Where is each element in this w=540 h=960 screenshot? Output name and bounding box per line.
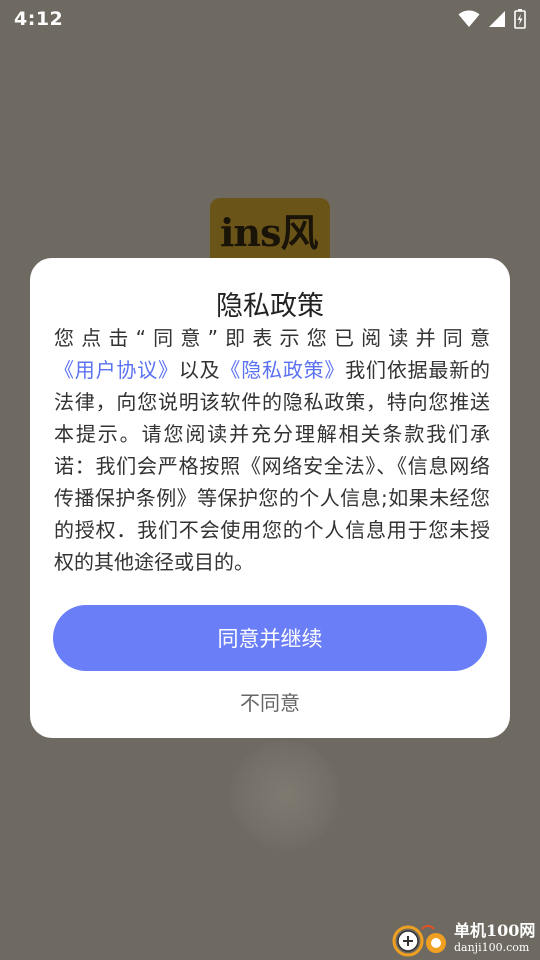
watermark-name: 单机100网 — [454, 921, 536, 940]
dialog-title: 隐私政策 — [216, 291, 324, 322]
background-decoration — [230, 740, 340, 850]
dialog-body: 您点击“同意”即表示您已阅读并同意《用户协议》以及《隐私政策》我们依据最新的法律… — [54, 322, 490, 578]
disagree-button[interactable]: 不同意 — [30, 684, 510, 718]
app-logo-text: ins风 — [220, 210, 318, 255]
status-icons — [458, 9, 526, 29]
agree-continue-button[interactable]: 同意并继续 — [53, 605, 487, 671]
privacy-policy-link[interactable]: 《隐私政策》 — [220, 358, 345, 382]
body-text-main: 我们依据最新的法律，向您说明该软件的隐私政策，特向您推送本提示。请您阅读并充分理… — [54, 358, 491, 574]
privacy-dialog: 隐私政策 您点击“同意”即表示您已阅读并同意《用户协议》以及《隐私政策》我们依据… — [30, 258, 510, 738]
body-text-intro: 您点击“同意”即表示您已阅读并同意 — [54, 326, 490, 350]
watermark-url: danji100.com — [454, 941, 530, 954]
status-bar: 4:12 — [0, 0, 540, 38]
watermark: 单机100网 danji100.com — [392, 918, 540, 960]
body-text-and: 以及 — [178, 358, 221, 382]
watermark-logo-icon — [392, 919, 452, 959]
status-time: 4:12 — [14, 8, 64, 30]
signal-icon — [488, 10, 506, 28]
watermark-text: 单机100网 danji100.com — [454, 922, 535, 956]
wifi-icon — [458, 10, 480, 28]
user-agreement-link[interactable]: 《用户协议》 — [54, 358, 179, 382]
battery-charging-icon — [514, 9, 526, 29]
